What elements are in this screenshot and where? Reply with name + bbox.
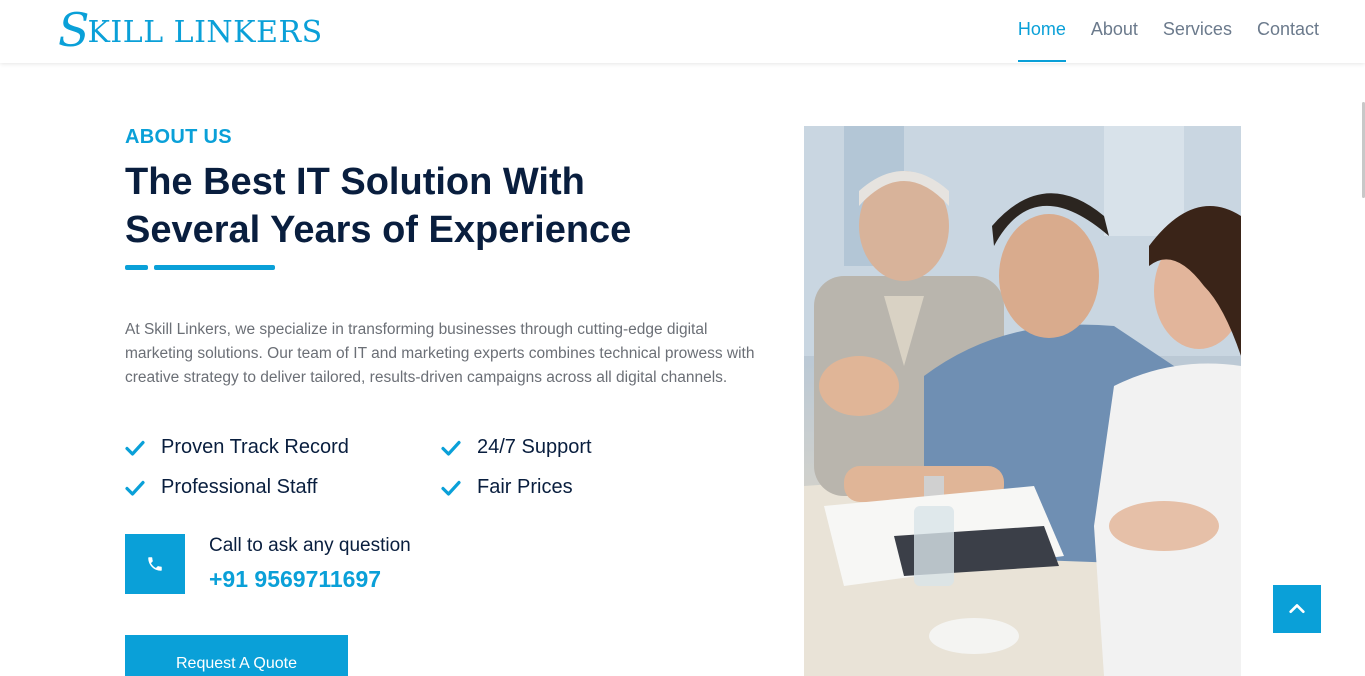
about-paragraph: At Skill Linkers, we specialize in trans…: [125, 321, 755, 386]
feature-label: Professional Staff: [161, 476, 318, 498]
phone-icon: [148, 557, 162, 571]
main-nav: Home About Services Contact: [1017, 0, 1319, 63]
section-title: The Best IT Solution With Several Years …: [125, 158, 725, 254]
office-meeting-image: [804, 126, 1241, 676]
feature-item: 24/7 Support: [441, 436, 592, 459]
feature-label: Fair Prices: [477, 476, 573, 498]
nav-contact[interactable]: Contact: [1257, 0, 1319, 63]
feature-item: Proven Track Record: [125, 436, 349, 459]
call-number[interactable]: +91 9569711697: [209, 566, 381, 593]
underline-short: [125, 265, 148, 270]
logo-initial: S: [58, 3, 90, 57]
about-photo: [804, 126, 1241, 676]
underline-long: [154, 265, 275, 270]
chevron-up-icon: [1289, 604, 1305, 614]
title-line-2: Several Years of Experience: [125, 209, 632, 251]
request-quote-button[interactable]: Request A Quote: [125, 635, 348, 676]
feature-item: Professional Staff: [125, 476, 317, 499]
check-icon: [125, 480, 145, 496]
call-icon-box[interactable]: [125, 534, 185, 594]
check-icon: [125, 440, 145, 456]
title-line-1: The Best IT Solution With: [125, 161, 585, 203]
navbar: S KILL LINKERS Home About Services Conta…: [0, 0, 1365, 63]
feature-item: Fair Prices: [441, 476, 573, 499]
call-label: Call to ask any question: [209, 535, 411, 556]
feature-label: 24/7 Support: [477, 436, 592, 458]
back-to-top-button[interactable]: [1273, 585, 1321, 633]
check-icon: [441, 440, 461, 456]
feature-label: Proven Track Record: [161, 436, 349, 458]
check-icon: [441, 480, 461, 496]
nav-home[interactable]: Home: [1017, 0, 1066, 63]
logo-text: KILL LINKERS: [87, 15, 323, 50]
logo[interactable]: S KILL LINKERS: [58, 6, 323, 54]
nav-services[interactable]: Services: [1163, 0, 1232, 63]
section-eyebrow: ABOUT US: [125, 126, 232, 148]
nav-about[interactable]: About: [1091, 0, 1138, 63]
